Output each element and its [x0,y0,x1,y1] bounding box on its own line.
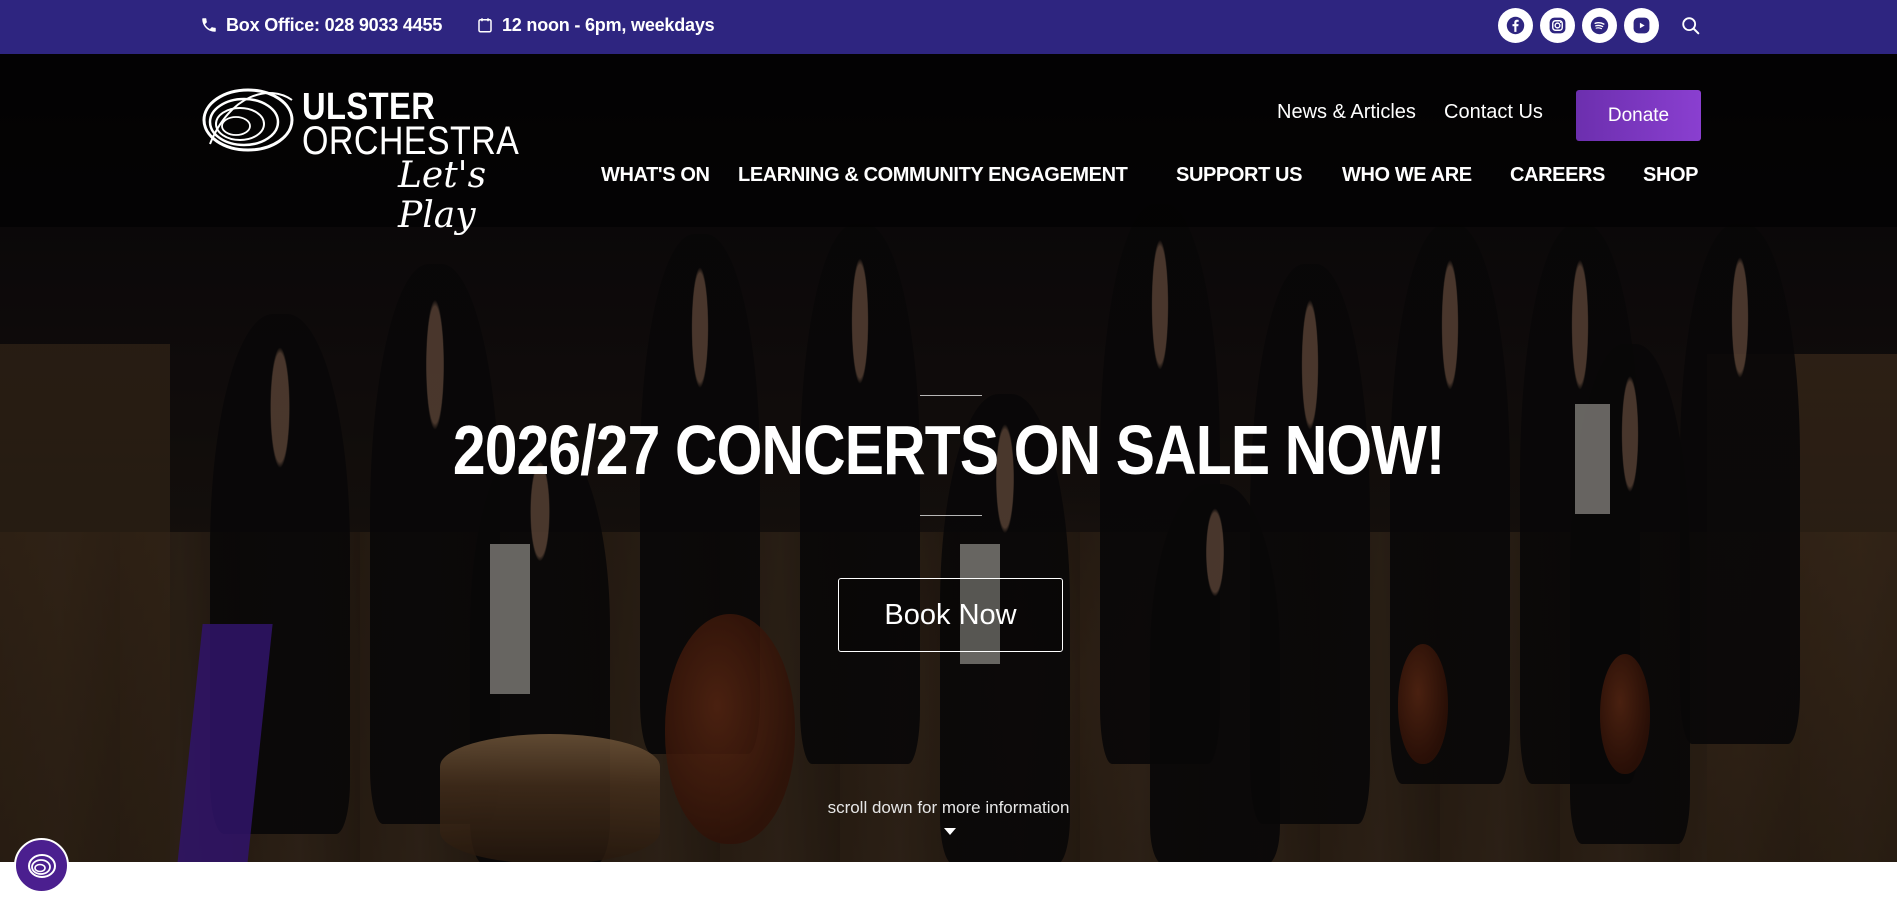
top-info-bar: Box Office: 028 9033 4455 12 noon - 6pm,… [0,0,1897,54]
hero-headline: 2026/27 CONCERTS ON SALE NOW! [452,411,1446,489]
spotify-link[interactable] [1582,8,1617,43]
nav-shop[interactable]: SHOP [1643,164,1698,187]
book-now-button[interactable]: Book Now [838,578,1063,652]
nav-learning-community[interactable]: LEARNING & COMMUNITY ENGAGEMENT [738,164,1128,187]
search-icon [1682,17,1700,35]
site-header: ULSTER ORCHESTRA Let's Play News & Artic… [0,54,1897,236]
contact-us-link[interactable]: Contact Us [1444,101,1543,124]
facebook-icon [1506,16,1525,35]
news-articles-link[interactable]: News & Articles [1277,101,1416,124]
instagram-icon [1549,17,1566,34]
nav-whats-on[interactable]: WHAT'S ON [601,164,710,187]
ulster-orchestra-logo[interactable]: ULSTER ORCHESTRA Let's Play [200,84,530,236]
calendar-icon [478,18,492,33]
donate-button[interactable]: Donate [1576,90,1701,141]
youtube-link[interactable] [1624,8,1659,43]
hero-banner: ULSTER ORCHESTRA Let's Play News & Artic… [0,54,1897,862]
box-office-text: Box Office: 028 9033 4455 [226,14,443,35]
nav-who-we-are[interactable]: WHO WE ARE [1342,164,1472,187]
instagram-link[interactable] [1540,8,1575,43]
orchestra-swirl-badge-icon [27,853,56,878]
nav-support-us[interactable]: SUPPORT US [1176,164,1302,187]
spotify-icon [1590,16,1609,35]
orchestra-swirl-logo-icon [202,88,294,152]
youtube-icon [1633,17,1650,34]
facebook-link[interactable] [1498,8,1533,43]
accessibility-widget-button[interactable] [14,838,69,893]
box-office-info[interactable]: Box Office: 028 9033 4455 [200,0,442,50]
headline-bottom-rule [920,515,982,516]
nav-careers[interactable]: CAREERS [1510,164,1605,187]
opening-hours-info: 12 noon - 6pm, weekdays [476,0,715,50]
opening-hours-text: 12 noon - 6pm, weekdays [502,14,715,35]
headline-top-rule [920,395,982,396]
scroll-down-arrow-icon[interactable] [944,828,956,835]
scroll-hint: scroll down for more information [827,798,1070,817]
logo-tagline: Let's Play [398,155,487,236]
search-button[interactable] [1680,15,1702,37]
phone-icon [202,18,216,32]
